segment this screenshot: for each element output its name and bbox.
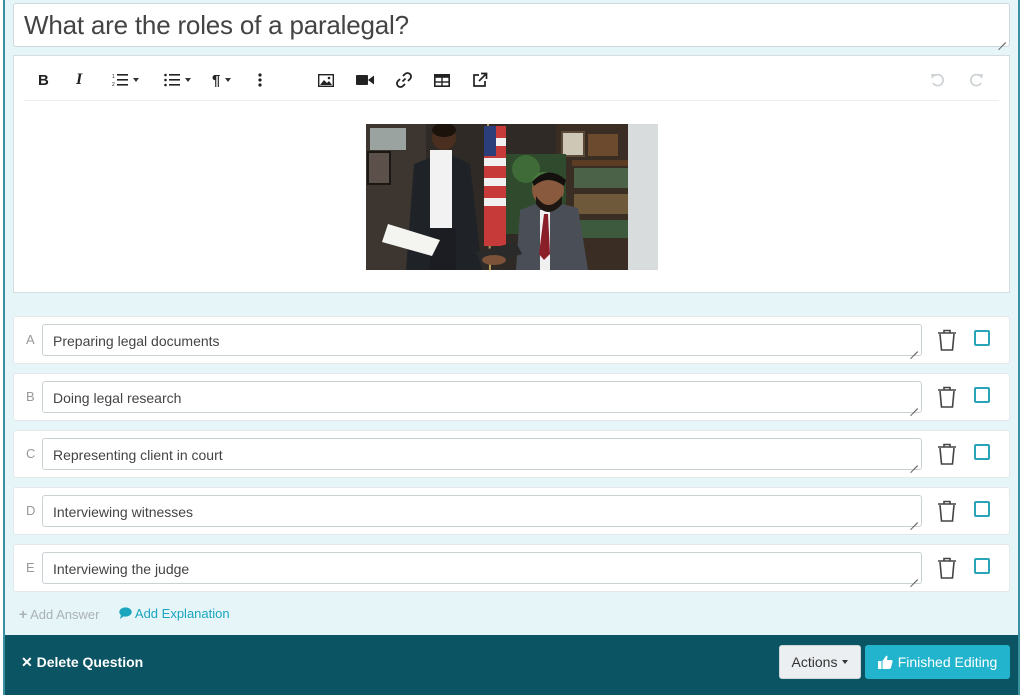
answer-letter: B bbox=[26, 389, 35, 404]
paragraph-icon: ¶ bbox=[212, 71, 221, 89]
answer-text: Representing client in court bbox=[53, 447, 223, 463]
office-photo-icon bbox=[366, 124, 658, 270]
redo-button[interactable] bbox=[968, 70, 984, 90]
speech-bubble-icon bbox=[119, 607, 132, 619]
answer-letter: A bbox=[26, 332, 35, 347]
answer-input[interactable]: Interviewing the judge bbox=[42, 552, 922, 584]
link-icon bbox=[396, 72, 412, 88]
table-icon bbox=[434, 73, 450, 87]
insert-link-button[interactable] bbox=[396, 70, 412, 90]
answer-input[interactable]: Representing client in court bbox=[42, 438, 922, 470]
answer-text: Preparing legal documents bbox=[53, 333, 220, 349]
delete-question-label: Delete Question bbox=[36, 654, 144, 670]
rich-text-editor[interactable]: B I 12 ¶ bbox=[13, 55, 1010, 293]
trash-icon[interactable] bbox=[936, 442, 958, 466]
trash-icon[interactable] bbox=[936, 328, 958, 352]
resize-handle-icon[interactable] bbox=[910, 458, 918, 466]
bold-button[interactable]: B bbox=[38, 70, 49, 90]
actions-label: Actions bbox=[791, 654, 838, 670]
chevron-down-icon bbox=[185, 78, 191, 82]
image-icon bbox=[318, 73, 334, 87]
chevron-down-icon bbox=[225, 78, 232, 82]
paragraph-format-button[interactable]: ¶ bbox=[212, 70, 232, 90]
finished-editing-button[interactable]: Finished Editing bbox=[865, 645, 1010, 679]
plus-icon: + bbox=[19, 606, 28, 622]
chevron-down-icon bbox=[842, 660, 849, 664]
correct-answer-checkbox[interactable] bbox=[974, 330, 990, 346]
answer-letter: D bbox=[26, 503, 36, 518]
answer-row: B Doing legal research bbox=[13, 373, 1010, 421]
answer-text: Interviewing witnesses bbox=[53, 504, 194, 520]
question-title-text: What are the roles of a paralegal? bbox=[24, 10, 409, 40]
ordered-list-button[interactable]: 12 bbox=[112, 70, 139, 90]
answer-input[interactable]: Doing legal research bbox=[42, 381, 922, 413]
correct-answer-checkbox[interactable] bbox=[974, 558, 990, 574]
unordered-list-button[interactable] bbox=[164, 70, 191, 90]
answer-row: E Interviewing the judge bbox=[13, 544, 1010, 592]
resize-handle-icon[interactable] bbox=[910, 572, 918, 580]
resize-handle-icon[interactable] bbox=[998, 35, 1006, 43]
svg-text:1: 1 bbox=[112, 74, 115, 80]
add-answer-label: Add Answer bbox=[30, 607, 100, 622]
insert-table-button[interactable] bbox=[434, 70, 450, 90]
answer-input[interactable]: Preparing legal documents bbox=[42, 324, 922, 356]
undo-button[interactable] bbox=[930, 70, 946, 90]
vertical-dots-icon bbox=[258, 73, 262, 87]
editor-toolbar: B I 12 ¶ bbox=[24, 62, 999, 101]
undo-icon bbox=[931, 73, 945, 87]
answer-row: A Preparing legal documents bbox=[13, 316, 1010, 364]
answer-text: Doing legal research bbox=[53, 390, 182, 406]
answer-row: D Interviewing witnesses bbox=[13, 487, 1010, 535]
trash-icon[interactable] bbox=[936, 499, 958, 523]
answer-letter: E bbox=[26, 560, 35, 575]
resize-handle-icon[interactable] bbox=[910, 344, 918, 352]
embed-external-button[interactable] bbox=[472, 70, 488, 90]
add-explanation-link[interactable]: Add Explanation bbox=[119, 606, 230, 621]
question-image[interactable] bbox=[366, 124, 658, 270]
finished-editing-label: Finished Editing bbox=[897, 654, 998, 670]
add-answer-link[interactable]: + Add Answer bbox=[19, 606, 99, 622]
ordered-list-icon: 12 bbox=[112, 74, 128, 87]
answer-row: C Representing client in court bbox=[13, 430, 1010, 478]
answer-letter: C bbox=[26, 446, 36, 461]
correct-answer-checkbox[interactable] bbox=[974, 387, 990, 403]
resize-handle-icon[interactable] bbox=[910, 515, 918, 523]
external-link-icon bbox=[473, 72, 488, 87]
answer-text: Interviewing the judge bbox=[53, 561, 190, 577]
thumbs-up-icon bbox=[877, 655, 893, 669]
answer-input[interactable]: Interviewing witnesses bbox=[42, 495, 922, 527]
question-editor-frame: What are the roles of a paralegal? B I 1… bbox=[3, 0, 1020, 695]
video-camera-icon bbox=[356, 75, 374, 85]
svg-text:2: 2 bbox=[112, 82, 115, 87]
trash-icon[interactable] bbox=[936, 556, 958, 580]
chevron-down-icon bbox=[133, 78, 139, 82]
add-explanation-label: Add Explanation bbox=[134, 606, 230, 621]
correct-answer-checkbox[interactable] bbox=[974, 501, 990, 517]
italic-button[interactable]: I bbox=[76, 70, 82, 90]
delete-question-button[interactable]: ✕ Delete Question bbox=[21, 654, 143, 671]
trash-icon[interactable] bbox=[936, 385, 958, 409]
actions-dropdown-button[interactable]: Actions bbox=[779, 645, 861, 679]
question-title-field[interactable]: What are the roles of a paralegal? bbox=[13, 3, 1010, 47]
bullet-list-icon bbox=[164, 73, 180, 87]
redo-icon bbox=[969, 73, 983, 87]
correct-answer-checkbox[interactable] bbox=[974, 444, 990, 460]
insert-video-button[interactable] bbox=[356, 70, 374, 90]
resize-handle-icon[interactable] bbox=[910, 401, 918, 409]
close-icon: ✕ bbox=[21, 654, 33, 670]
editor-footer: ✕ Delete Question Actions Finished Editi… bbox=[5, 635, 1018, 695]
insert-image-button[interactable] bbox=[318, 70, 334, 90]
more-options-button[interactable] bbox=[258, 70, 262, 90]
